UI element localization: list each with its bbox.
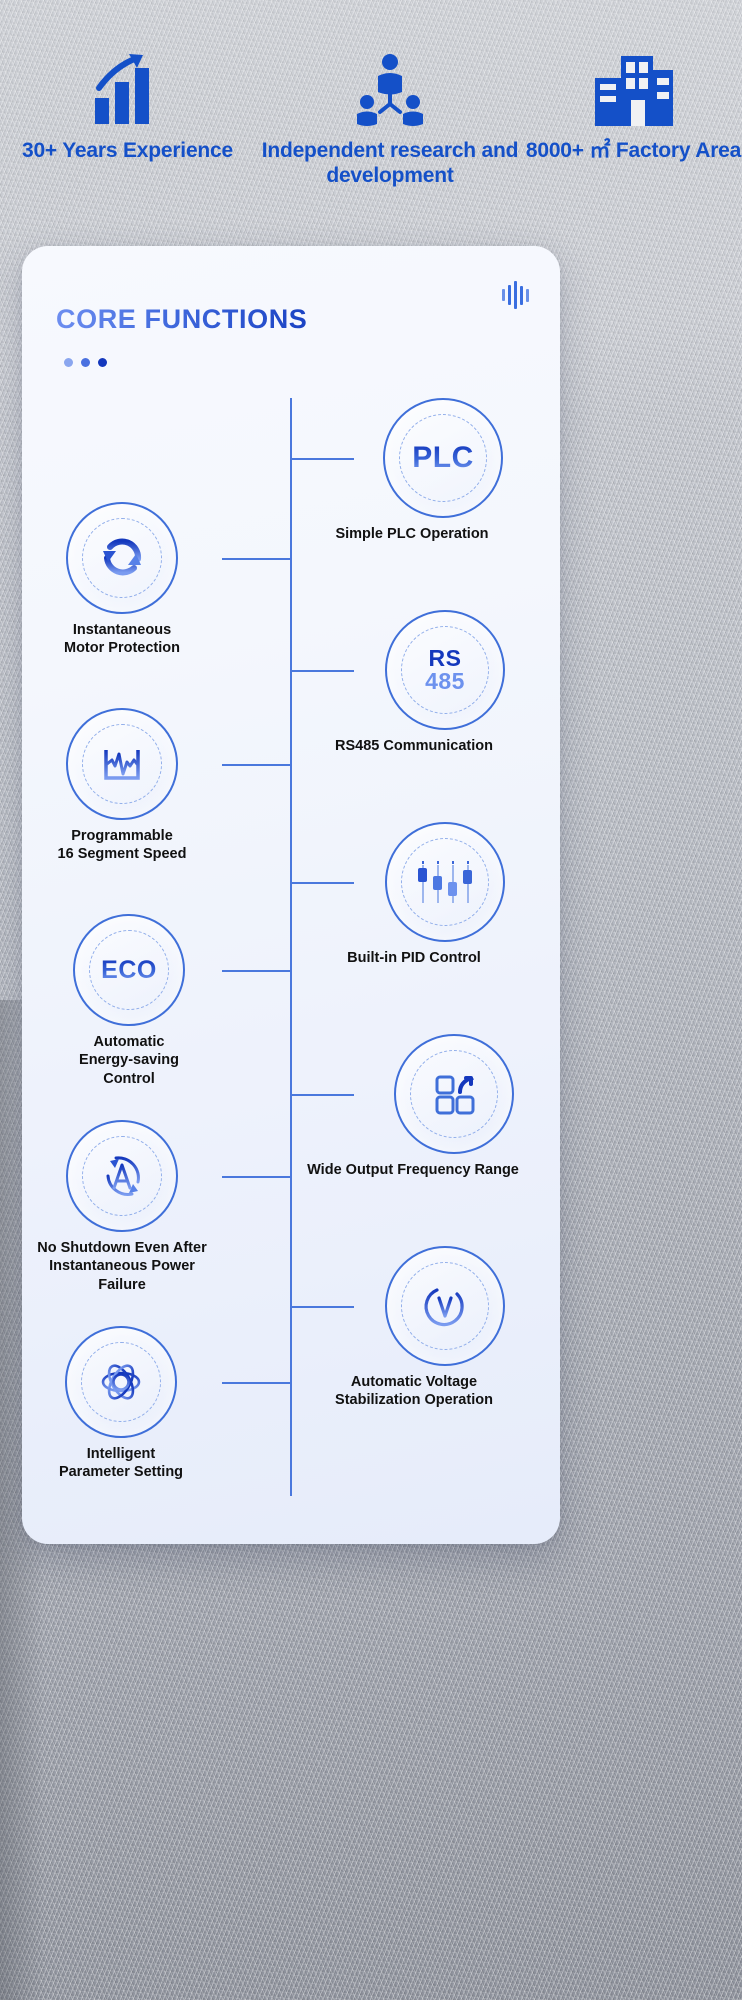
node-label: Automatic Energy-saving Control bbox=[79, 1034, 179, 1087]
node-label: Built-in PID Control bbox=[347, 950, 481, 966]
dot-light bbox=[64, 358, 73, 367]
node-label: Wide Output Frequency Range bbox=[307, 1162, 519, 1178]
stat-item-research: Independent research and development bbox=[255, 48, 525, 189]
rs485-bottom-text: 485 bbox=[425, 668, 465, 694]
auto-restart-a-icon bbox=[106, 1156, 140, 1196]
sound-wave-icon bbox=[498, 280, 532, 310]
node-ring: PLC bbox=[383, 398, 503, 518]
node-label: Instantaneous Motor Protection bbox=[64, 622, 180, 657]
rs485-top-text: RS bbox=[428, 644, 462, 671]
node-label: Intelligent Parameter Setting bbox=[58, 1446, 184, 1481]
node-ring bbox=[66, 1120, 178, 1232]
stat-label: Independent research and development bbox=[261, 139, 519, 187]
node-ring bbox=[394, 1034, 514, 1154]
plc-text-icon: PLC bbox=[412, 441, 474, 474]
stat-item-factory: 8000+ ㎡ Factory Area bbox=[525, 48, 742, 164]
decorative-dots bbox=[64, 358, 107, 367]
node-rs485-communication[interactable]: RS 485 RS485 Communication bbox=[292, 610, 536, 755]
dot-mid bbox=[81, 358, 90, 367]
branch-left-1 bbox=[222, 558, 292, 560]
node-no-shutdown-power-failure[interactable]: No Shutdown Even After Instantaneous Pow… bbox=[32, 1120, 212, 1294]
node-simple-plc-operation[interactable]: PLC Simple PLC Operation bbox=[292, 398, 532, 543]
node-ring bbox=[66, 708, 178, 820]
node-ring bbox=[65, 1326, 177, 1438]
pid-sliders-icon bbox=[417, 860, 473, 904]
node-automatic-energy-saving-control[interactable]: ECO Automatic Energy-saving Control bbox=[54, 914, 204, 1088]
node-ring: ECO bbox=[73, 914, 185, 1026]
node-label: Automatic Voltage Stabilization Operatio… bbox=[335, 1374, 493, 1409]
core-functions-card: CORE FUNCTIONS Instantaneous Motor Prote… bbox=[22, 246, 560, 1544]
voltage-v-icon bbox=[424, 1288, 464, 1327]
node-label: RS485 Communication bbox=[335, 738, 493, 754]
node-label: Programmable 16 Segment Speed bbox=[57, 828, 187, 863]
node-built-in-pid-control[interactable]: Built-in PID Control bbox=[292, 822, 536, 967]
node-programmable-16-segment-speed[interactable]: Programmable 16 Segment Speed bbox=[54, 708, 190, 864]
branch-left-3 bbox=[222, 970, 292, 972]
dot-dark bbox=[98, 358, 107, 367]
node-ring bbox=[385, 1246, 505, 1366]
growth-bar-chart-icon bbox=[89, 48, 167, 126]
eco-text-icon: ECO bbox=[101, 955, 157, 984]
node-instantaneous-motor-protection[interactable]: Instantaneous Motor Protection bbox=[54, 502, 190, 658]
page-title: CORE FUNCTIONS bbox=[56, 304, 308, 334]
stat-label: 30+ Years Experience bbox=[21, 139, 234, 162]
branch-left-5 bbox=[222, 1382, 292, 1384]
node-intelligent-parameter-setting[interactable]: Intelligent Parameter Setting bbox=[46, 1326, 196, 1482]
signal-waveform-icon bbox=[104, 748, 140, 780]
node-label: Simple PLC Operation bbox=[335, 526, 489, 542]
node-wide-output-frequency-range[interactable]: Wide Output Frequency Range bbox=[272, 1034, 554, 1179]
atom-orbit-icon bbox=[101, 1364, 141, 1400]
node-ring: RS 485 bbox=[385, 610, 505, 730]
team-people-icon bbox=[352, 48, 428, 126]
refresh-cycle-icon bbox=[103, 538, 142, 576]
rs485-text-icon: RS 485 bbox=[425, 644, 465, 694]
stat-label: 8000+ ㎡ Factory Area bbox=[525, 139, 742, 162]
node-automatic-voltage-stabilization[interactable]: Automatic Voltage Stabilization Operatio… bbox=[292, 1246, 536, 1410]
node-label: No Shutdown Even After Instantaneous Pow… bbox=[37, 1240, 207, 1293]
stats-strip: 30+ Years Experience Independent researc… bbox=[0, 48, 742, 238]
node-ring bbox=[66, 502, 178, 614]
factory-building-icon bbox=[593, 48, 675, 126]
frequency-blocks-icon bbox=[435, 1075, 475, 1115]
branch-left-2 bbox=[222, 764, 292, 766]
stat-item-experience: 30+ Years Experience bbox=[0, 48, 255, 164]
node-ring bbox=[385, 822, 505, 942]
